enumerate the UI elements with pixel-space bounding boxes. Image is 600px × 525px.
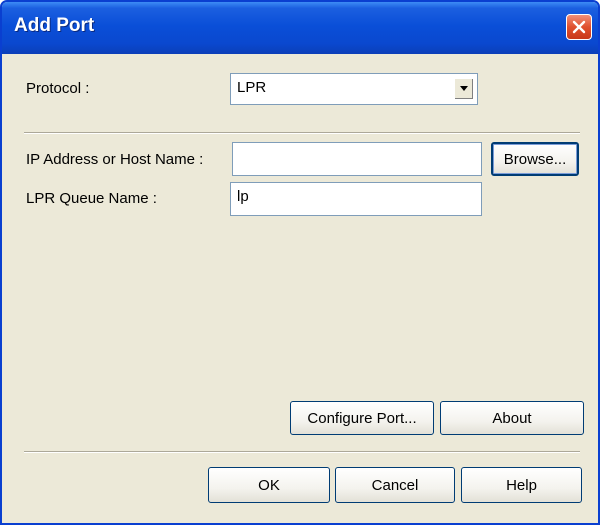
separator-bottom	[24, 451, 580, 453]
dialog-body: Protocol : LPR IP Address or Host Name :…	[2, 54, 598, 523]
close-button[interactable]	[566, 14, 592, 40]
close-icon	[572, 20, 586, 34]
title-bar[interactable]: Add Port	[2, 2, 598, 54]
about-button[interactable]: About	[440, 401, 584, 435]
protocol-dropdown-button[interactable]	[454, 78, 474, 100]
chevron-down-icon	[460, 86, 468, 91]
help-button[interactable]: Help	[461, 467, 582, 503]
queue-name-label: LPR Queue Name :	[26, 190, 157, 207]
add-port-dialog: Add Port Protocol : LPR IP Address or Ho…	[0, 0, 600, 525]
separator-top	[24, 132, 580, 134]
window-title: Add Port	[14, 15, 95, 36]
configure-port-button[interactable]: Configure Port...	[290, 401, 434, 435]
cancel-button[interactable]: Cancel	[335, 467, 455, 503]
ok-button[interactable]: OK	[208, 467, 330, 503]
protocol-select[interactable]: LPR	[230, 73, 478, 105]
ip-address-label: IP Address or Host Name :	[26, 151, 204, 168]
protocol-label: Protocol :	[26, 80, 90, 97]
protocol-value: LPR	[237, 79, 267, 96]
browse-button[interactable]: Browse...	[491, 142, 579, 176]
ip-address-input[interactable]	[232, 142, 482, 176]
queue-name-input[interactable]: lp	[230, 182, 482, 216]
